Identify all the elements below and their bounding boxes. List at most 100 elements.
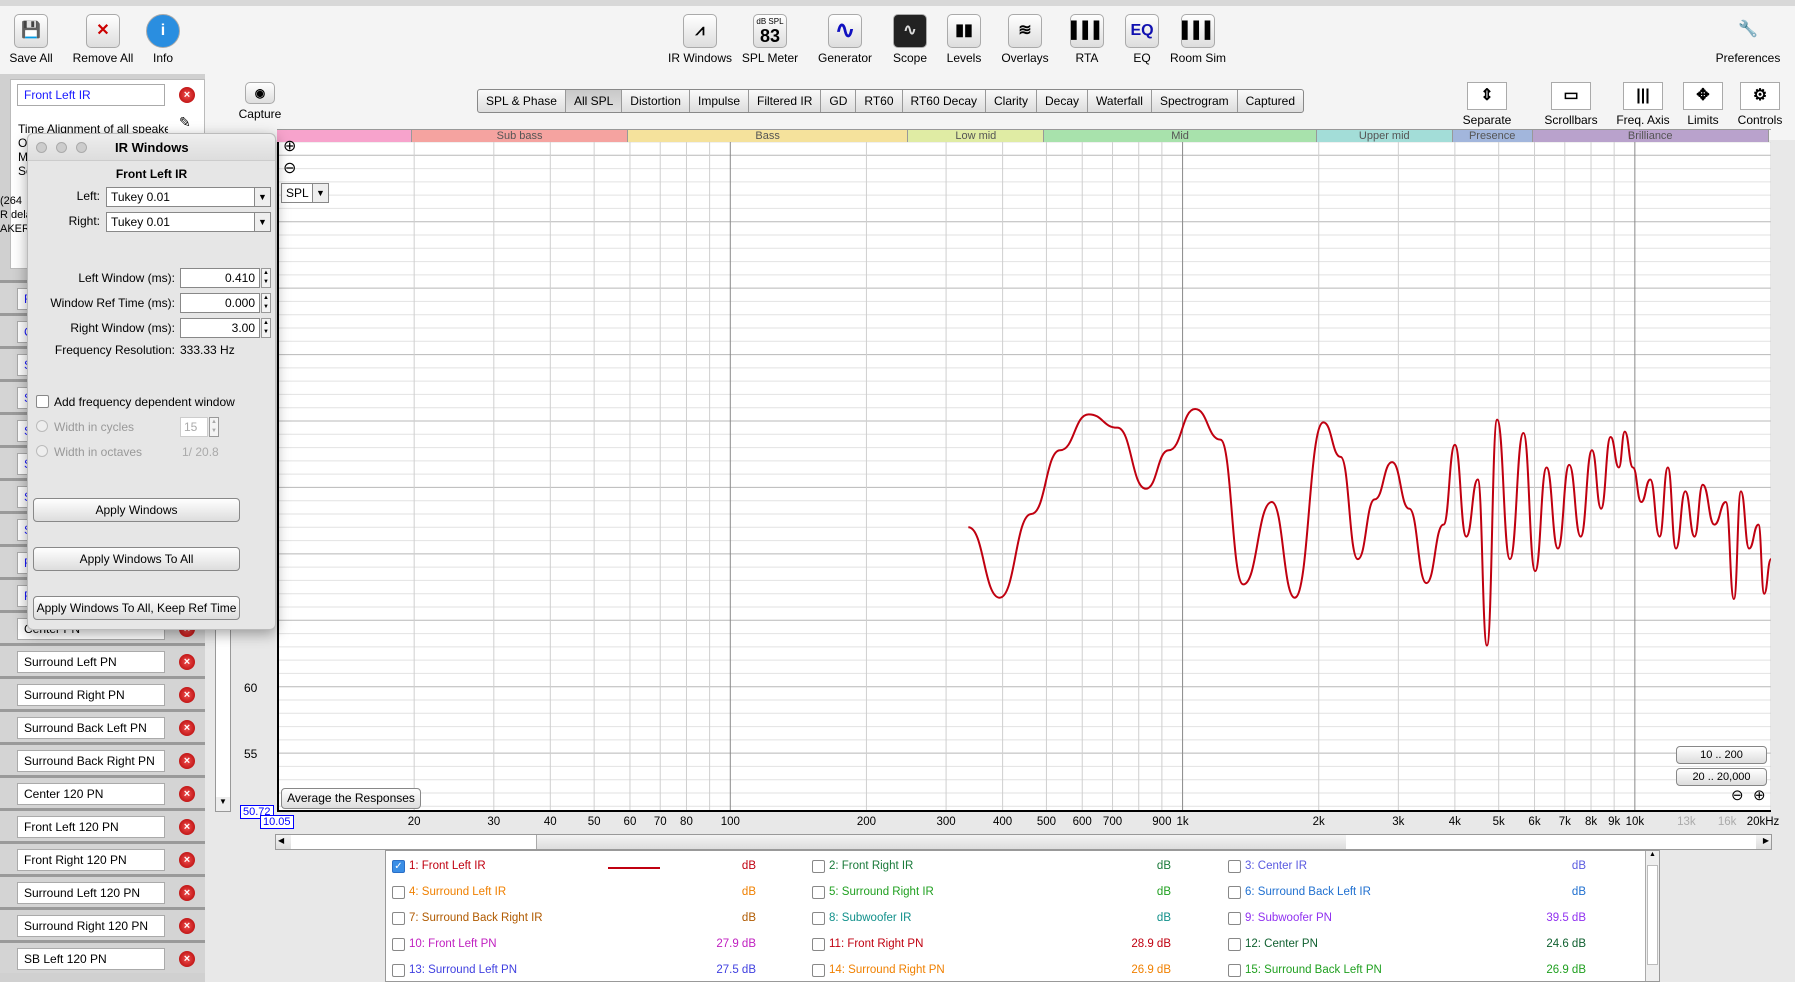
legend-scrollbar[interactable]: ▲ xyxy=(1645,851,1659,981)
measurement-item[interactable]: Front Left 120 PN × xyxy=(0,808,205,841)
separate-button[interactable]: ⇕ Separate xyxy=(1447,82,1527,127)
measurement-item[interactable]: Surround Left PN × xyxy=(0,643,205,676)
tab-spectrogram[interactable]: Spectrogram xyxy=(1152,90,1238,112)
ref-time-input[interactable]: 0.000 xyxy=(180,293,260,313)
zoom-out-icon[interactable]: ⊖ xyxy=(1731,786,1744,804)
width-cycles-input[interactable]: 15 xyxy=(180,417,208,437)
remove-measurement-icon[interactable]: × xyxy=(179,687,195,703)
edit-notes-icon[interactable]: ✎ xyxy=(179,114,191,131)
legend-label[interactable]: 1: Front Left IR xyxy=(409,860,486,872)
tab-impulse[interactable]: Impulse xyxy=(690,90,750,112)
tab-gd[interactable]: GD xyxy=(821,90,857,112)
right-window-type-select[interactable]: Tukey 0.01 ▼ xyxy=(106,212,271,232)
info-button[interactable]: i Info xyxy=(123,14,203,65)
tab-decay[interactable]: Decay xyxy=(1037,90,1089,112)
remove-measurement-icon[interactable]: × xyxy=(179,918,195,934)
legend-checkbox[interactable]: ✓ xyxy=(392,860,405,873)
remove-measurement-icon[interactable]: × xyxy=(179,786,195,802)
tab-spl-phase[interactable]: SPL & Phase xyxy=(478,90,566,112)
remove-measurement-icon[interactable]: × xyxy=(179,852,195,868)
tab-captured[interactable]: Captured xyxy=(1238,90,1303,112)
tab-rt60[interactable]: RT60 xyxy=(856,90,903,112)
zoom-window-icon[interactable] xyxy=(76,142,87,153)
measurement-name-field[interactable]: Front Left IR xyxy=(17,84,165,106)
measurement-item[interactable]: Front Right 120 PN × xyxy=(0,841,205,874)
measurement-name-field[interactable]: Surround Left 120 PN xyxy=(17,882,165,904)
legend-label[interactable]: 4: Surround Left IR xyxy=(409,886,506,898)
measurement-name-field[interactable]: Surround Back Right PN xyxy=(17,750,165,772)
controls-button[interactable]: ⚙ Controls xyxy=(1720,82,1795,127)
dialog-titlebar[interactable]: IR Windows xyxy=(28,134,275,161)
range-10-200-button[interactable]: 10 .. 200 xyxy=(1676,746,1767,764)
room-sim-button[interactable]: ▌▌▌ Room Sim xyxy=(1158,14,1238,65)
remove-measurement-icon[interactable]: × xyxy=(179,87,195,103)
legend-checkbox[interactable] xyxy=(1228,860,1241,873)
save-all-button[interactable]: 💾 Save All xyxy=(0,14,71,65)
apply-windows-to-all-button[interactable]: Apply Windows To All xyxy=(33,547,240,571)
legend-label[interactable]: 9: Subwoofer PN xyxy=(1245,912,1332,924)
range-20-20000-button[interactable]: 20 .. 20,000 xyxy=(1676,768,1767,786)
horizontal-scrollbar[interactable]: ◀ ▶ xyxy=(275,834,1772,850)
left-window-stepper[interactable]: ▲ ▼ xyxy=(261,268,271,288)
legend-checkbox[interactable] xyxy=(392,964,405,977)
legend-checkbox[interactable] xyxy=(1228,886,1241,899)
fdw-checkbox[interactable] xyxy=(36,395,49,408)
scroll-down-icon[interactable]: ▼ xyxy=(216,797,230,811)
remove-measurement-icon[interactable]: × xyxy=(179,654,195,670)
measurement-item[interactable]: Surround Back Left PN × xyxy=(0,709,205,742)
scroll-up-icon[interactable]: ▲ xyxy=(1646,851,1659,858)
x-min-readout[interactable]: 10.05 xyxy=(260,815,294,829)
measurement-item[interactable]: Center 120 PN × xyxy=(0,775,205,808)
legend-checkbox[interactable] xyxy=(812,938,825,951)
tab-clarity[interactable]: Clarity xyxy=(986,90,1038,112)
legend-checkbox[interactable] xyxy=(392,886,405,899)
legend-checkbox[interactable] xyxy=(1228,938,1241,951)
legend-label[interactable]: 10: Front Left PN xyxy=(409,938,497,950)
measurement-name-field[interactable]: Surround Back Left PN xyxy=(17,717,165,739)
measurement-item[interactable]: Surround Back Right PN × xyxy=(0,742,205,775)
measurement-name-field[interactable]: Surround Left PN xyxy=(17,651,165,673)
legend-label[interactable]: 15: Surround Back Left PN xyxy=(1245,964,1382,976)
measurement-name-field[interactable]: SB Left 120 PN xyxy=(17,948,165,970)
capture-button[interactable]: ◉ Capture xyxy=(220,82,300,121)
legend-label[interactable]: 13: Surround Left PN xyxy=(409,964,517,976)
right-window-stepper[interactable]: ▲ ▼ xyxy=(261,318,271,338)
width-cycles-stepper[interactable]: ▲ ▼ xyxy=(209,417,219,437)
tab-rt60-decay[interactable]: RT60 Decay xyxy=(903,90,986,112)
legend-label[interactable]: 7: Surround Back Right IR xyxy=(409,912,543,924)
scroll-left-icon[interactable]: ◀ xyxy=(278,836,284,845)
legend-checkbox[interactable] xyxy=(812,964,825,977)
minimize-window-icon[interactable] xyxy=(56,142,67,153)
measurement-name-field[interactable]: Surround Right 120 PN xyxy=(17,915,165,937)
spl-graph[interactable]: ⊕ ⊖ SPL ▼ Average the Responses 10 .. 200… xyxy=(277,138,1771,812)
measurement-name-field[interactable]: Front Left 120 PN xyxy=(17,816,165,838)
legend-label[interactable]: 12: Center PN xyxy=(1245,938,1318,950)
remove-measurement-icon[interactable]: × xyxy=(179,753,195,769)
apply-windows-button[interactable]: Apply Windows xyxy=(33,498,240,522)
scrollbars-button[interactable]: ▭ Scrollbars xyxy=(1531,82,1611,127)
legend-scroll-thumb[interactable] xyxy=(1647,865,1658,965)
preferences-button[interactable]: 🔧 Preferences xyxy=(1708,14,1788,65)
average-responses-button[interactable]: Average the Responses xyxy=(281,788,421,809)
legend-label[interactable]: 5: Surround Right IR xyxy=(829,886,934,898)
spl-meter-button[interactable]: dB SPL 83 SPL Meter xyxy=(730,14,810,65)
zoom-out-icon[interactable]: ⊖ xyxy=(283,158,296,178)
legend-checkbox[interactable] xyxy=(392,938,405,951)
measurement-item[interactable]: Surround Left 120 PN × xyxy=(0,874,205,907)
scrollbar-thumb[interactable] xyxy=(291,835,537,849)
scroll-right-icon[interactable]: ▶ xyxy=(1763,836,1769,845)
legend-checkbox[interactable] xyxy=(1228,912,1241,925)
legend-label[interactable]: 6: Surround Back Left IR xyxy=(1245,886,1371,898)
left-window-type-select[interactable]: Tukey 0.01 ▼ xyxy=(106,187,271,207)
measurement-item[interactable]: SB Left 120 PN × xyxy=(0,940,205,973)
legend-label[interactable]: 14: Surround Right PN xyxy=(829,964,945,976)
legend-checkbox[interactable] xyxy=(812,886,825,899)
measurement-item[interactable]: Surround Right 120 PN × xyxy=(0,907,205,940)
legend-checkbox[interactable] xyxy=(392,912,405,925)
measurement-name-field[interactable]: Center 120 PN xyxy=(17,783,165,805)
remove-measurement-icon[interactable]: × xyxy=(179,720,195,736)
close-window-icon[interactable] xyxy=(36,142,47,153)
legend-checkbox[interactable] xyxy=(812,860,825,873)
right-window-input[interactable]: 3.00 xyxy=(180,318,260,338)
zoom-in-icon[interactable]: ⊕ xyxy=(1753,786,1766,804)
